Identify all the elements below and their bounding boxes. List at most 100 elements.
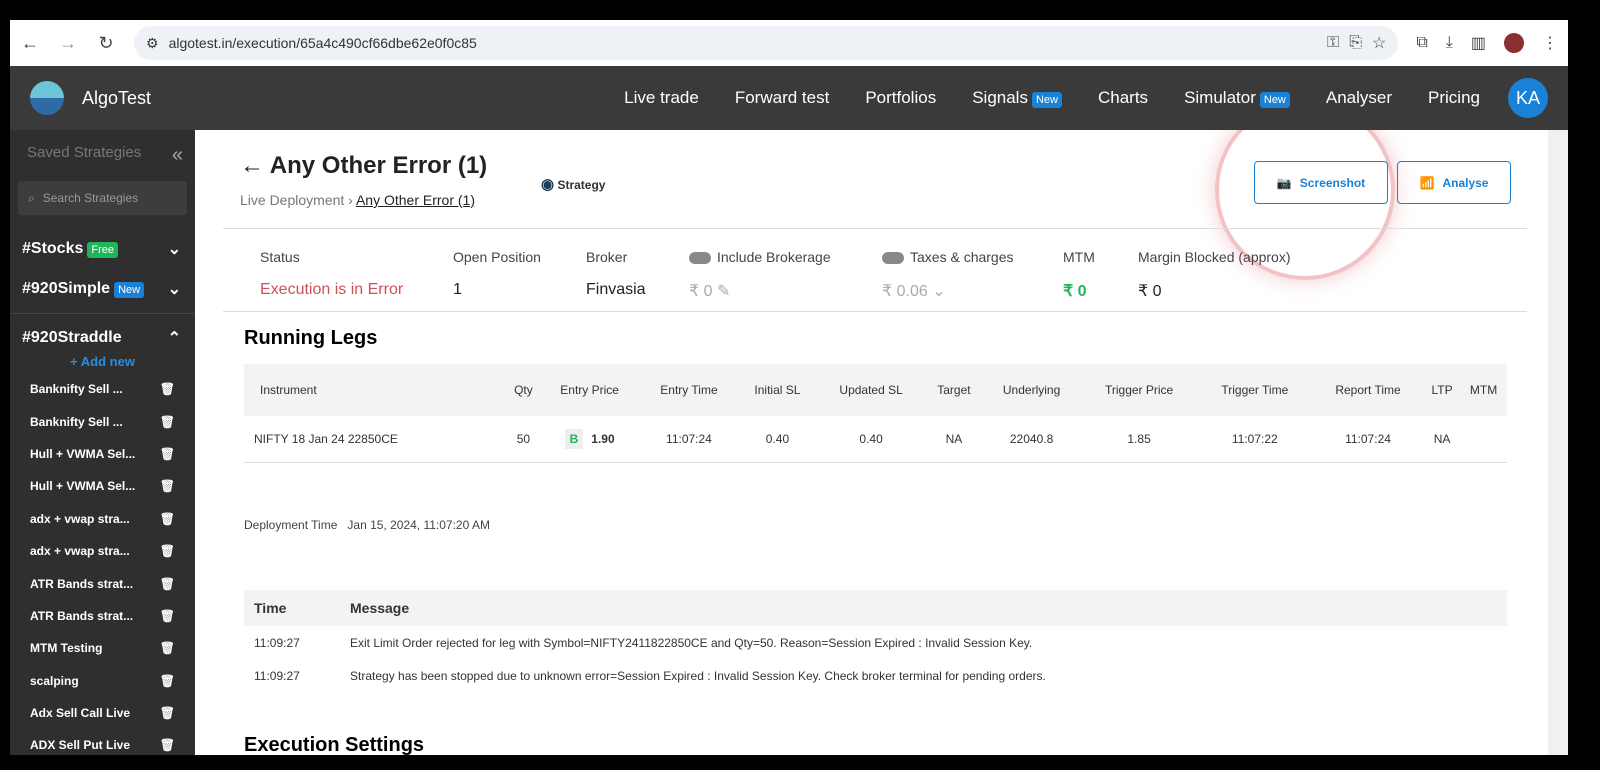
edit-icon[interactable]: ✎	[717, 283, 730, 300]
log-message: Strategy has been stopped due to unknown…	[350, 668, 1046, 683]
strategy-name: Adx Sell Call Live	[30, 706, 131, 721]
column-header: Updated SL	[816, 364, 926, 416]
cell-instrument: NIFTY 18 Jan 24 22850CE	[244, 416, 508, 463]
trash-icon[interactable]: 🗑	[160, 512, 175, 526]
log-row: 11:09:27 Exit Limit Order rejected for le…	[244, 626, 1507, 659]
sidebar-strategy-item[interactable]: Banknifty Sell ... 🗑	[10, 373, 195, 405]
status-value: Execution is in Error	[260, 281, 404, 298]
site-info-icon[interactable]: ⚙	[146, 35, 159, 52]
reload-icon[interactable]: ↻	[96, 33, 116, 54]
button-label: Screenshot	[1299, 175, 1366, 190]
cell-trigger-time: 11:07:22	[1197, 416, 1313, 463]
cell-trigger-price: 1.85	[1080, 416, 1198, 463]
nav-forward-test[interactable]: Forward test	[735, 88, 829, 108]
brand-name[interactable]: AlgoTest	[82, 88, 151, 109]
install-icon[interactable]: ⎘	[1349, 34, 1362, 52]
star-icon[interactable]: ☆	[1372, 33, 1386, 53]
running-legs-title: Running Legs	[244, 327, 378, 349]
strategy-name: adx + vwap stra...	[30, 511, 130, 526]
nav-charts[interactable]: Charts	[1098, 88, 1148, 108]
sidebar-strategy-item[interactable]: Hull + VWMA Sel... 🗑	[10, 470, 195, 502]
sidebar: Saved Strategies « ⌕ Search Strategies #St…	[10, 130, 195, 755]
sidebar-strategy-item[interactable]: MTM Testing 🗑	[10, 632, 195, 664]
group-920simple[interactable]: #920Simple New ⌄	[10, 269, 195, 309]
back-icon[interactable]: ←	[20, 33, 40, 54]
algotest-logo[interactable]	[30, 81, 64, 115]
group-name: #920Simple	[22, 280, 111, 297]
trash-icon[interactable]: 🗑	[160, 674, 175, 688]
trash-icon[interactable]: 🗑	[160, 544, 175, 558]
trash-icon[interactable]: 🗑	[160, 609, 175, 623]
cell-entry-price: B 1.90	[539, 416, 640, 463]
strategy-name: Banknifty Sell ...	[30, 414, 123, 429]
sidebar-strategy-item[interactable]: Banknifty Sell ... 🗑	[10, 405, 195, 437]
sidebar-strategy-item[interactable]: adx + vwap stra... 🗑	[10, 503, 195, 535]
user-avatar[interactable]: KA	[1508, 78, 1548, 118]
add-new-button[interactable]: + Add new	[10, 354, 195, 369]
scrollbar[interactable]	[1548, 130, 1568, 755]
collapse-icon[interactable]: «	[172, 144, 183, 167]
nav-pricing[interactable]: Pricing	[1428, 88, 1480, 108]
group-920straddle[interactable]: #920Straddle ⌃	[10, 318, 195, 358]
search-strategies-input[interactable]: ⌕ Search Strategies	[18, 181, 187, 215]
breadcrumb-current[interactable]: Any Other Error (1)	[356, 192, 475, 208]
sidebar-strategy-item[interactable]: adx + vwap stra... 🗑	[10, 535, 195, 567]
execution-summary: Status Execution is in Error Open Positio…	[223, 228, 1527, 312]
new-badge: New	[1031, 92, 1062, 108]
title-text: Any Other Error (1)	[269, 152, 488, 179]
top-nav: AlgoTest Live trade Forward test Portfol…	[10, 66, 1568, 130]
back-arrow-icon[interactable]: ←	[240, 152, 264, 179]
search-icon: ⌕	[28, 190, 35, 205]
profile-avatar[interactable]	[1504, 33, 1524, 53]
message-header: Message	[340, 590, 1507, 626]
sidebar-title: Saved Strategies	[27, 144, 142, 161]
chevron-up-icon: ⌃	[167, 330, 181, 347]
screenshot-button[interactable]: 📷 Screenshot	[1254, 161, 1388, 204]
trash-icon[interactable]: 🗑	[160, 577, 175, 591]
trash-icon[interactable]: 🗑	[160, 738, 175, 752]
nav-live-trade[interactable]: Live trade	[624, 88, 699, 108]
time-header: Time	[244, 590, 340, 626]
key-icon[interactable]: ⚿	[1327, 34, 1339, 52]
trash-icon[interactable]: 🗑	[160, 382, 175, 396]
strategy-link[interactable]: ◉ Strategy	[541, 175, 605, 193]
eye-icon: ◉	[541, 176, 555, 193]
trash-icon[interactable]: 🗑	[160, 447, 175, 461]
sidebar-strategy-item[interactable]: ADX Sell Put Live 🗑	[10, 729, 195, 755]
sidebar-strategy-item[interactable]: Adx Sell Call Live 🗑	[10, 697, 195, 729]
analyse-button[interactable]: 📶 Analyse	[1397, 161, 1511, 204]
strategy-name: ATR Bands strat...	[30, 608, 134, 623]
nav-signals[interactable]: Signals New	[972, 88, 1062, 108]
cell-initial-sl: 0.40	[738, 416, 817, 463]
breadcrumb-root[interactable]: Live Deployment	[240, 192, 344, 208]
sidebar-strategy-item[interactable]: scalping 🗑	[10, 665, 195, 697]
address-bar[interactable]: ⚙ algotest.in/execution/65a4c490cf66dbe6…	[134, 26, 1399, 60]
sidebar-strategy-item[interactable]: Hull + VWMA Sel... 🗑	[10, 438, 195, 470]
trash-icon[interactable]: 🗑	[160, 641, 175, 655]
brokerage-toggle[interactable]	[689, 252, 711, 265]
forward-icon[interactable]: →	[58, 33, 78, 54]
chart-icon: 📶	[1419, 175, 1435, 190]
nav-portfolios[interactable]: Portfolios	[865, 88, 936, 108]
group-stocks[interactable]: #Stocks Free ⌄	[10, 229, 195, 269]
extensions-icon[interactable]: ⧉	[1416, 34, 1427, 52]
taxes-toggle[interactable]	[882, 252, 904, 265]
new-badge: New	[1259, 92, 1290, 108]
nav-analyser[interactable]: Analyser	[1326, 88, 1392, 108]
broker-label: Broker	[586, 249, 628, 265]
breadcrumb: Live Deployment › Any Other Error (1)	[240, 192, 475, 208]
browser-toolbar: ← → ↻ ⚙ algotest.in/execution/65a4c490cf…	[10, 20, 1568, 66]
trash-icon[interactable]: 🗑	[160, 706, 175, 720]
trash-icon[interactable]: 🗑	[160, 415, 175, 429]
download-icon[interactable]: ⤓	[1446, 34, 1453, 52]
sidebar-strategy-item[interactable]: ATR Bands strat... 🗑	[10, 567, 195, 599]
trash-icon[interactable]: 🗑	[160, 479, 175, 493]
nav-simulator[interactable]: Simulator New	[1184, 88, 1290, 108]
menu-icon[interactable]: ⋮	[1542, 33, 1558, 53]
sidepanel-icon[interactable]: ▥	[1471, 33, 1486, 53]
sidebar-strategy-item[interactable]: ATR Bands strat... 🗑	[10, 600, 195, 632]
chevron-down-icon[interactable]: ⌄	[932, 283, 945, 300]
column-header: Report Time	[1312, 364, 1424, 416]
strategy-name: ADX Sell Put Live	[30, 738, 131, 753]
open-position-label: Open Position	[453, 249, 541, 265]
